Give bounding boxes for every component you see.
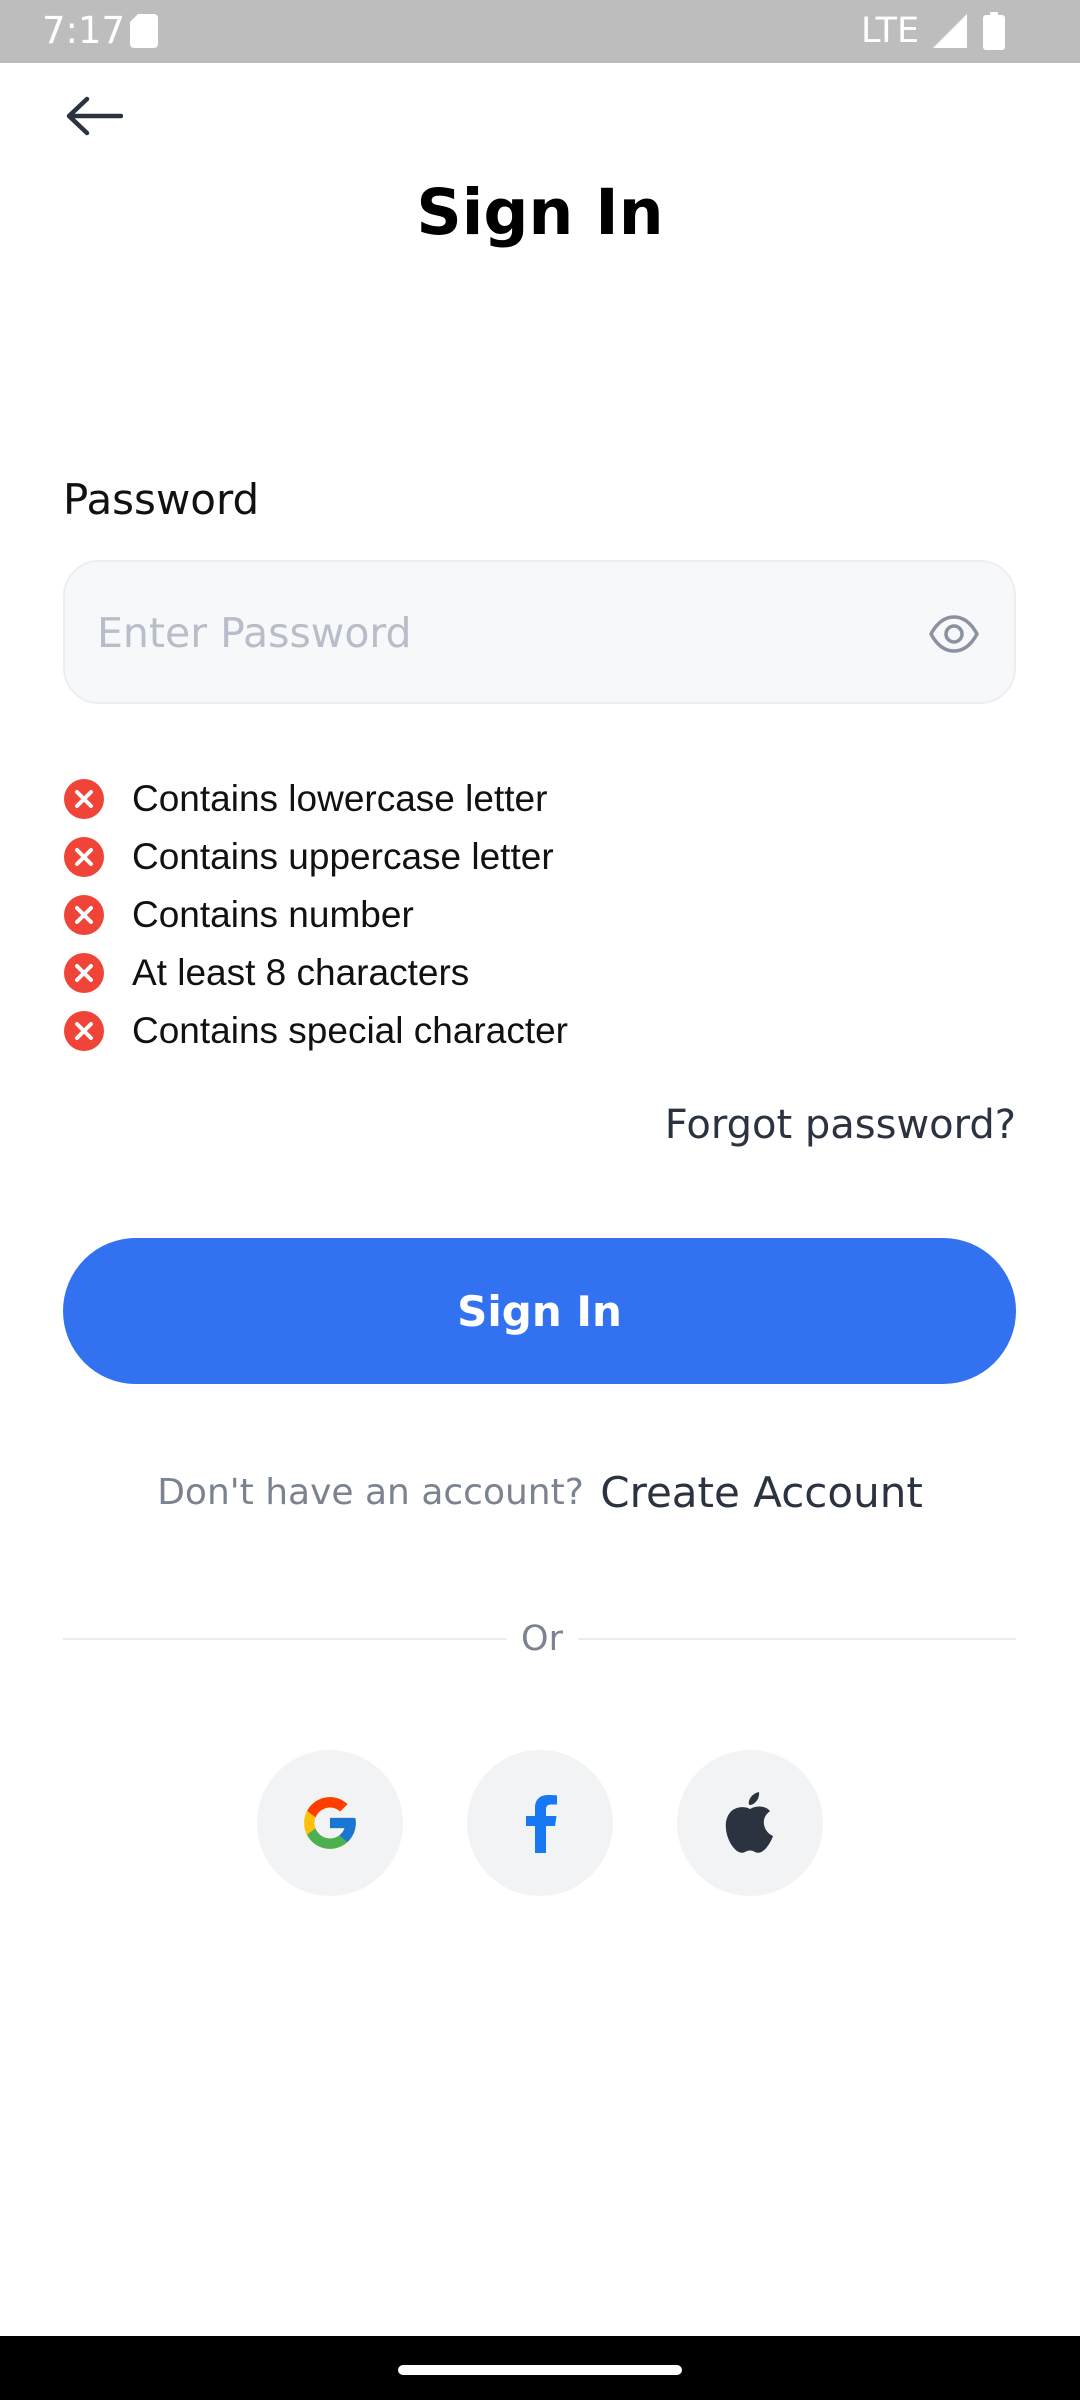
signal-icon: [933, 14, 967, 48]
password-rule-text: At least 8 characters: [132, 952, 470, 993]
divider-line-left: [63, 1638, 506, 1640]
facebook-sign-in-button[interactable]: [467, 1750, 613, 1896]
password-rule: Contains uppercase letter: [64, 828, 864, 886]
sign-in-button[interactable]: Sign In: [63, 1238, 1016, 1384]
sd-card-icon: [130, 14, 158, 48]
password-rule-text: Contains lowercase letter: [132, 778, 548, 819]
signup-row: Don't have an account? Create Account: [0, 1468, 1080, 1517]
network-type: LTE: [861, 11, 920, 51]
password-field[interactable]: [63, 560, 1016, 704]
back-button[interactable]: [52, 80, 136, 152]
page-title: Sign In: [416, 176, 664, 249]
error-x-icon: [64, 837, 104, 877]
error-x-icon: [64, 953, 104, 993]
create-account-link[interactable]: Create Account: [600, 1468, 923, 1517]
password-rule-text: Contains special character: [132, 1010, 568, 1051]
status-time: 7:17: [42, 9, 126, 52]
status-bar: 7:17 LTE: [0, 0, 1080, 63]
password-rule: At least 8 characters: [64, 944, 864, 1002]
arrow-left-icon: [66, 96, 123, 136]
apple-icon: [725, 1792, 773, 1853]
google-icon: [304, 1797, 356, 1849]
error-x-icon: [64, 895, 104, 935]
home-handle[interactable]: [398, 2365, 682, 2375]
password-rule-text: Contains uppercase letter: [132, 836, 554, 877]
password-rule-text: Contains number: [132, 894, 414, 935]
error-x-icon: [64, 779, 104, 819]
battery-icon: [983, 12, 1005, 50]
password-label: Password: [63, 475, 260, 524]
divider-text: Or: [521, 1619, 563, 1659]
password-rule: Contains number: [64, 886, 864, 944]
facebook-icon: [526, 1795, 557, 1853]
eye-icon[interactable]: [928, 608, 980, 660]
signup-prompt: Don't have an account?: [157, 1472, 584, 1513]
forgot-password-link[interactable]: Forgot password?: [665, 1094, 1016, 1156]
password-input[interactable]: [95, 562, 919, 704]
password-rule: Contains lowercase letter: [64, 770, 864, 828]
password-rules: Contains lowercase letter Contains upper…: [64, 770, 864, 1060]
apple-sign-in-button[interactable]: [677, 1750, 823, 1896]
error-x-icon: [64, 1011, 104, 1051]
password-rule: Contains special character: [64, 1002, 864, 1060]
google-sign-in-button[interactable]: [257, 1750, 403, 1896]
divider-line-right: [578, 1638, 1016, 1640]
